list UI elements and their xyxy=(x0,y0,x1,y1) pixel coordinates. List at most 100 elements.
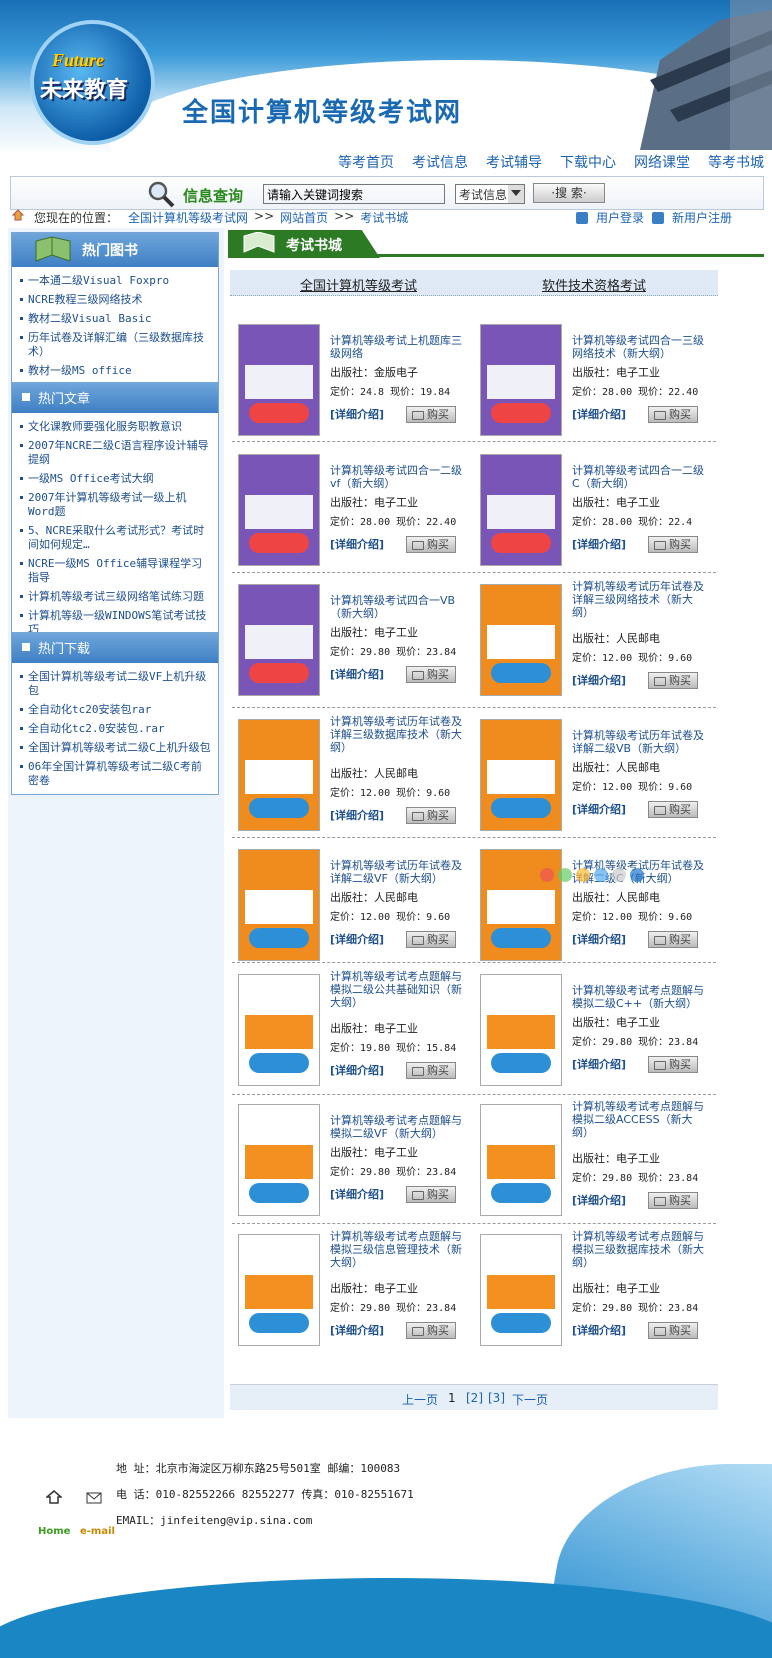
breadcrumb-home[interactable]: 网站首页 xyxy=(280,209,328,226)
toolbar-icon[interactable] xyxy=(576,868,590,882)
book-title[interactable]: 计算机等级考试考点题解与模拟二级C++（新大纲） xyxy=(572,984,707,1010)
book-title[interactable]: 计算机等级考试历年试卷及详解三级网络技术（新大纲） xyxy=(572,580,707,619)
book-detail-link[interactable]: [详细介绍] xyxy=(572,536,626,552)
envelope-icon[interactable] xyxy=(86,1492,102,1504)
book-cover-image[interactable] xyxy=(238,454,320,566)
buy-button[interactable]: 购买 xyxy=(648,931,698,948)
list-item[interactable]: 全国计算机等级考试二级VF上机升级包 xyxy=(20,667,212,700)
book-cover-image[interactable] xyxy=(238,1234,320,1346)
book-detail-link[interactable]: [详细介绍] xyxy=(330,931,384,947)
footer-email-link[interactable]: e-mail xyxy=(80,1526,115,1537)
buy-button[interactable]: 购买 xyxy=(406,1062,456,1079)
book-detail-link[interactable]: [详细介绍] xyxy=(330,536,384,552)
book-detail-link[interactable]: [详细介绍] xyxy=(572,1056,626,1072)
buy-button[interactable]: 购买 xyxy=(406,666,456,683)
book-detail-link[interactable]: [详细介绍] xyxy=(572,1322,626,1338)
breadcrumb-bookstore[interactable]: 考试书城 xyxy=(360,209,408,226)
nav-exam-tutoring[interactable]: 考试辅导 xyxy=(486,152,542,174)
book-detail-link[interactable]: [详细介绍] xyxy=(330,1186,384,1202)
list-item[interactable]: 全国计算机等级考试二级C上机升级包 xyxy=(20,738,212,757)
book-cover-image[interactable] xyxy=(480,974,562,1086)
nav-online-class[interactable]: 网络课堂 xyxy=(634,152,690,174)
book-cover-image[interactable] xyxy=(480,324,562,436)
list-item[interactable]: 全自动化tc2.0安装包.rar xyxy=(20,719,212,738)
nav-home[interactable]: 等考首页 xyxy=(338,152,394,174)
login-link[interactable]: 用户登录 xyxy=(596,209,644,226)
book-cover-image[interactable] xyxy=(480,1234,562,1346)
book-title[interactable]: 计算机等级考试历年试卷及详解三级数据库技术（新大纲） xyxy=(330,715,465,754)
book-title[interactable]: 计算机等级考试考点题解与模拟三级信息管理技术（新大纲） xyxy=(330,1230,465,1269)
list-item[interactable]: 教材一级MS office xyxy=(20,361,212,380)
toolbar-icon[interactable] xyxy=(612,868,626,882)
list-item[interactable]: 计算机等级考试三级网络笔试练习题 xyxy=(20,587,212,606)
buy-button[interactable]: 购买 xyxy=(406,931,456,948)
list-item[interactable]: NCRE一级MS Office辅导课程学习指导 xyxy=(20,554,212,587)
book-cover-image[interactable] xyxy=(238,584,320,696)
book-cover-image[interactable] xyxy=(480,584,562,696)
list-item[interactable]: 2007年NCRE二级C语言程序设计辅导提纲 xyxy=(20,436,212,469)
page-3-link[interactable]: [3] xyxy=(488,1391,505,1405)
buy-button[interactable]: 购买 xyxy=(648,536,698,553)
register-link[interactable]: 新用户注册 xyxy=(672,209,732,226)
book-detail-link[interactable]: [详细介绍] xyxy=(330,1322,384,1338)
search-category-select[interactable]: 考试信息 xyxy=(455,184,525,204)
list-item[interactable]: NCRE教程三级网络技术 xyxy=(20,290,212,309)
book-detail-link[interactable]: [详细介绍] xyxy=(572,406,626,422)
book-cover-image[interactable] xyxy=(480,454,562,566)
book-cover-image[interactable] xyxy=(238,1104,320,1216)
tab-software-qualification[interactable]: 软件技术资格考试 xyxy=(542,275,646,294)
book-title[interactable]: 计算机等级考试历年试卷及详解二级VF（新大纲） xyxy=(330,859,465,885)
floating-toolbar[interactable] xyxy=(540,868,650,886)
list-item[interactable]: 全自动化tc20安装包rar xyxy=(20,700,212,719)
book-detail-link[interactable]: [详细介绍] xyxy=(572,801,626,817)
buy-button[interactable]: 购买 xyxy=(648,1192,698,1209)
buy-button[interactable]: 购买 xyxy=(648,801,698,818)
book-title[interactable]: 计算机等级考试考点题解与模拟二级VF（新大纲） xyxy=(330,1114,465,1140)
list-item[interactable]: 2007年计算机等级考试一级上机Word题 xyxy=(20,488,212,521)
book-cover-image[interactable] xyxy=(238,974,320,1086)
book-title[interactable]: 计算机等级考试考点题解与模拟二级公共基础知识（新大纲） xyxy=(330,970,465,1009)
book-detail-link[interactable]: [详细介绍] xyxy=(572,672,626,688)
list-item[interactable]: 一级MS Office考试大纲 xyxy=(20,469,212,488)
buy-button[interactable]: 购买 xyxy=(406,536,456,553)
toolbar-icon[interactable] xyxy=(540,868,554,882)
book-detail-link[interactable]: [详细介绍] xyxy=(330,807,384,823)
book-title[interactable]: 计算机等级考试四合一VB（新大纲） xyxy=(330,594,465,620)
help-icon[interactable] xyxy=(630,868,644,882)
search-button[interactable]: ·搜 索· xyxy=(533,183,605,203)
list-item[interactable]: 教材二级Visual Basic xyxy=(20,309,212,328)
buy-button[interactable]: 购买 xyxy=(406,1186,456,1203)
book-detail-link[interactable]: [详细介绍] xyxy=(330,1062,384,1078)
book-cover-image[interactable] xyxy=(480,849,562,961)
prev-page-link[interactable]: 上一页 xyxy=(402,1391,438,1408)
book-cover-image[interactable] xyxy=(238,719,320,831)
footer-home-link[interactable]: Home xyxy=(38,1526,70,1537)
book-detail-link[interactable]: [详细介绍] xyxy=(330,666,384,682)
book-title[interactable]: 计算机等级考试上机题库三级网络 xyxy=(330,334,465,360)
buy-button[interactable]: 购买 xyxy=(406,807,456,824)
list-item[interactable]: 一本通二级Visual Foxpro xyxy=(20,271,212,290)
book-cover-image[interactable] xyxy=(480,1104,562,1216)
list-item[interactable]: 文化课教师要强化服务职教意识 xyxy=(20,417,212,436)
buy-button[interactable]: 购买 xyxy=(648,672,698,689)
book-detail-link[interactable]: [详细介绍] xyxy=(572,1192,626,1208)
next-page-link[interactable]: 下一页 xyxy=(512,1391,548,1408)
list-item[interactable]: 06年全国计算机等级考试二级C考前密卷 xyxy=(20,757,212,790)
nav-exam-info[interactable]: 考试信息 xyxy=(412,152,468,174)
book-title[interactable]: 计算机等级考试四合一二级C（新大纲） xyxy=(572,464,707,490)
tab-ncre[interactable]: 全国计算机等级考试 xyxy=(300,275,417,294)
book-cover-image[interactable] xyxy=(238,324,320,436)
book-title[interactable]: 计算机等级考试考点题解与模拟三级数据库技术（新大纲） xyxy=(572,1230,707,1269)
search-input[interactable]: 请输入关键词搜索 xyxy=(263,184,445,204)
book-detail-link[interactable]: [详细介绍] xyxy=(572,931,626,947)
book-title[interactable]: 计算机等级考试四合一二级vf（新大纲） xyxy=(330,464,465,490)
buy-button[interactable]: 购买 xyxy=(406,1322,456,1339)
nav-bookstore[interactable]: 等考书城 xyxy=(708,152,764,174)
page-2-link[interactable]: [2] xyxy=(466,1391,483,1405)
nav-download-center[interactable]: 下载中心 xyxy=(560,152,616,174)
book-cover-image[interactable] xyxy=(480,719,562,831)
home-icon[interactable] xyxy=(46,1490,62,1504)
book-title[interactable]: 计算机等级考试四合一三级网络技术（新大纲） xyxy=(572,334,707,360)
book-cover-image[interactable] xyxy=(238,849,320,961)
breadcrumb-site[interactable]: 全国计算机等级考试网 xyxy=(128,209,248,226)
